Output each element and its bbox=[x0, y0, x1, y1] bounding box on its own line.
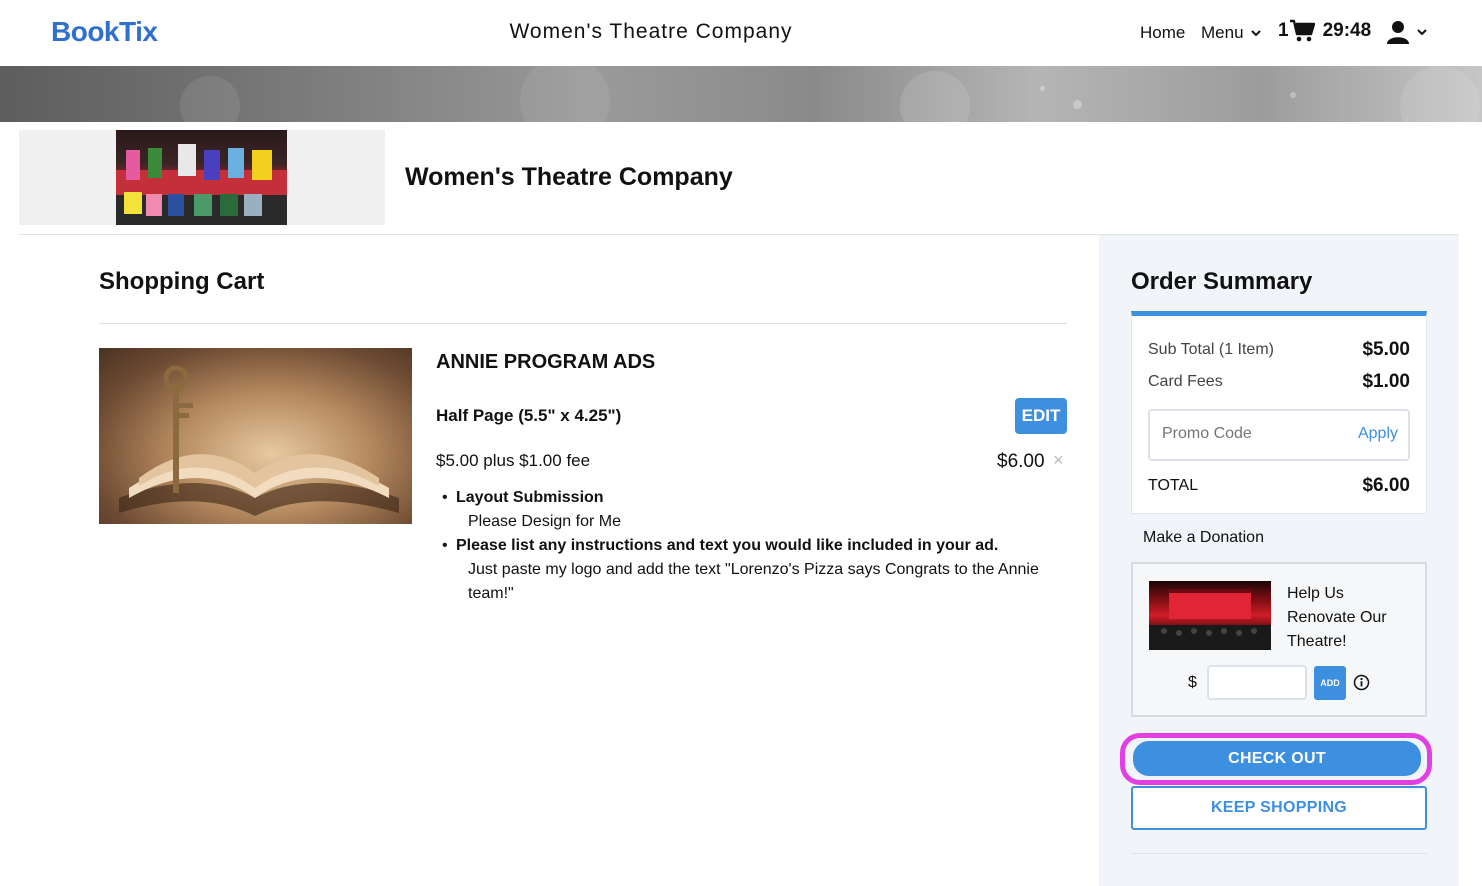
list-item: • Layout Submission Please Design for Me bbox=[442, 486, 1056, 534]
fees-row: Card Fees $1.00 bbox=[1148, 371, 1410, 393]
cart-timer: 29:48 bbox=[1322, 20, 1372, 41]
apply-promo-button[interactable]: Apply bbox=[1358, 425, 1398, 443]
item-options: • Layout Submission Please Design for Me… bbox=[442, 486, 1056, 606]
donation-image bbox=[1149, 581, 1271, 650]
fees-value: $1.00 bbox=[1362, 371, 1410, 392]
item-image bbox=[99, 348, 412, 524]
chevron-down-icon bbox=[1417, 29, 1427, 36]
cart-icon bbox=[1289, 19, 1315, 42]
bullet-icon: • bbox=[442, 537, 448, 554]
promo-code-input[interactable] bbox=[1162, 425, 1332, 443]
item-price-description: $5.00 plus $1.00 fee bbox=[436, 451, 591, 470]
total-value: $6.00 bbox=[1362, 475, 1410, 496]
currency-symbol: $ bbox=[1188, 674, 1197, 691]
add-donation-button[interactable]: ADD bbox=[1314, 666, 1346, 700]
venue-name: Women's Theatre Company bbox=[405, 163, 733, 191]
order-summary-title: Order Summary bbox=[1131, 268, 1313, 295]
option-value: Please Design for Me bbox=[468, 513, 621, 530]
user-icon bbox=[1387, 21, 1409, 44]
fees-label: Card Fees bbox=[1148, 373, 1223, 390]
donation-amount-input[interactable] bbox=[1207, 665, 1307, 700]
info-icon[interactable] bbox=[1353, 674, 1370, 691]
remove-item-icon[interactable]: × bbox=[1053, 450, 1064, 471]
cart-title: Shopping Cart bbox=[99, 268, 265, 295]
venue-image-frame bbox=[19, 130, 385, 225]
total-row: TOTAL $6.00 bbox=[1148, 475, 1410, 497]
option-label: Please list any instructions and text yo… bbox=[456, 537, 999, 554]
promo-field: Apply bbox=[1148, 409, 1410, 461]
header-banner bbox=[0, 66, 1482, 122]
donation-description: Help Us Renovate Our Theatre! bbox=[1287, 585, 1387, 650]
nav-menu-label: Menu bbox=[1201, 23, 1244, 42]
item-variant: Half Page (5.5" x 4.25") bbox=[436, 406, 622, 425]
top-nav: BookTix Women's Theatre Company Home Men… bbox=[0, 0, 1482, 66]
divider bbox=[99, 323, 1067, 324]
divider bbox=[1131, 853, 1427, 854]
donation-label: Make a Donation bbox=[1143, 529, 1264, 546]
edit-button[interactable]: EDIT bbox=[1015, 398, 1067, 434]
item-total: $6.00 bbox=[997, 451, 1045, 472]
user-menu[interactable] bbox=[1386, 20, 1428, 44]
nav-home-link[interactable]: Home bbox=[1140, 23, 1185, 43]
chevron-down-icon bbox=[1250, 30, 1261, 37]
nav-title: Women's Theatre Company bbox=[509, 20, 793, 43]
total-label: TOTAL bbox=[1148, 477, 1199, 494]
keep-shopping-button[interactable]: KEEP SHOPPING bbox=[1131, 786, 1427, 830]
subtotal-label: Sub Total (1 Item) bbox=[1148, 341, 1274, 358]
subtotal-value: $5.00 bbox=[1362, 339, 1410, 360]
venue-image bbox=[116, 130, 287, 225]
option-value: Just paste my logo and add the text "Lor… bbox=[468, 561, 1039, 602]
nav-cart[interactable]: 1 29:48 bbox=[1278, 19, 1371, 43]
checkout-button[interactable]: CHECK OUT bbox=[1133, 741, 1421, 776]
bullet-icon: • bbox=[442, 489, 448, 506]
option-label: Layout Submission bbox=[456, 489, 604, 506]
item-name: ANNIE PROGRAM ADS bbox=[436, 351, 656, 373]
subtotal-row: Sub Total (1 Item) $5.00 bbox=[1148, 339, 1410, 361]
nav-menu-dropdown[interactable]: Menu bbox=[1201, 23, 1262, 43]
list-item: • Please list any instructions and text … bbox=[442, 534, 1056, 606]
cart-count: 1 bbox=[1278, 20, 1289, 41]
